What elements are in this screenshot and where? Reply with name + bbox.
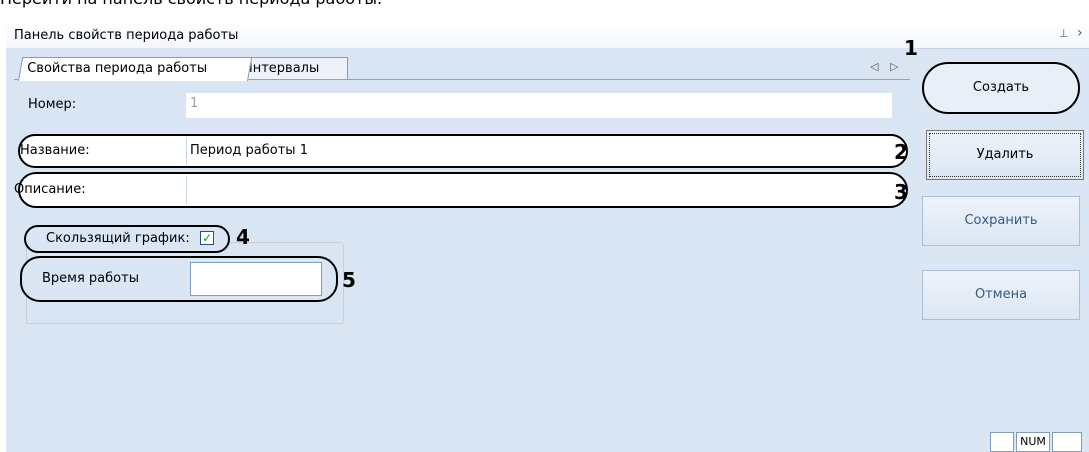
close-icon[interactable]: › [1077,25,1083,41]
tab-scroll-left-icon[interactable]: ◁ [870,60,878,73]
annotation-1: 1 [904,36,918,60]
name-label: Название: [20,143,90,158]
annotation-2: 2 [894,140,908,164]
delete-button[interactable]: Удалить [926,130,1084,180]
save-button[interactable]: Сохранить [922,196,1080,246]
status-cell-1 [990,432,1014,452]
sliding-schedule-label: Скользящий график: [46,231,190,246]
tab-scroll-right-icon[interactable]: ▷ [890,60,898,73]
create-button[interactable]: Создать [922,62,1080,114]
tab-period-properties[interactable]: Свойства периода работы [18,57,253,81]
status-cell-3 [1052,432,1082,452]
description-label: Описание: [14,182,86,197]
work-time-input[interactable] [190,262,322,296]
annotation-4: 4 [236,225,250,249]
tab-intervals[interactable]: Интервалы [236,57,348,80]
name-value[interactable]: Период работы 1 [190,143,308,158]
annotation-3: 3 [894,180,908,204]
panel-title: Панель свойств периода работы [14,28,239,43]
cancel-button[interactable]: Отмена [922,270,1080,320]
annotation-5: 5 [342,268,356,292]
description-field[interactable] [186,176,887,204]
number-label: Номер: [28,97,77,112]
work-time-label: Время работы [42,271,139,286]
status-num: NUM [1016,432,1050,452]
sliding-schedule-checkbox[interactable]: ✓ [200,231,214,245]
page-caption: Перейти на панель свойств периода работы… [0,0,382,8]
number-field [186,93,892,118]
pin-icon[interactable]: ⊥ [1059,27,1069,40]
number-value: 1 [190,96,199,111]
